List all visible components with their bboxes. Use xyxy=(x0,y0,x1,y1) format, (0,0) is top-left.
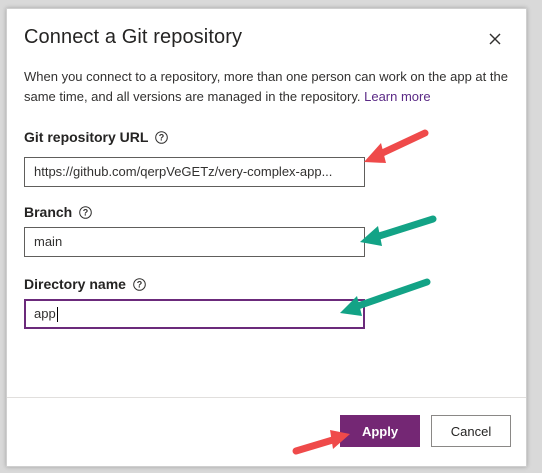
red-arrow-icon xyxy=(292,129,437,455)
green-arrow-directory xyxy=(340,278,431,316)
green-arrow-branch xyxy=(360,215,437,246)
red-arrow-apply xyxy=(292,430,350,455)
red-arrow-url xyxy=(364,129,429,163)
